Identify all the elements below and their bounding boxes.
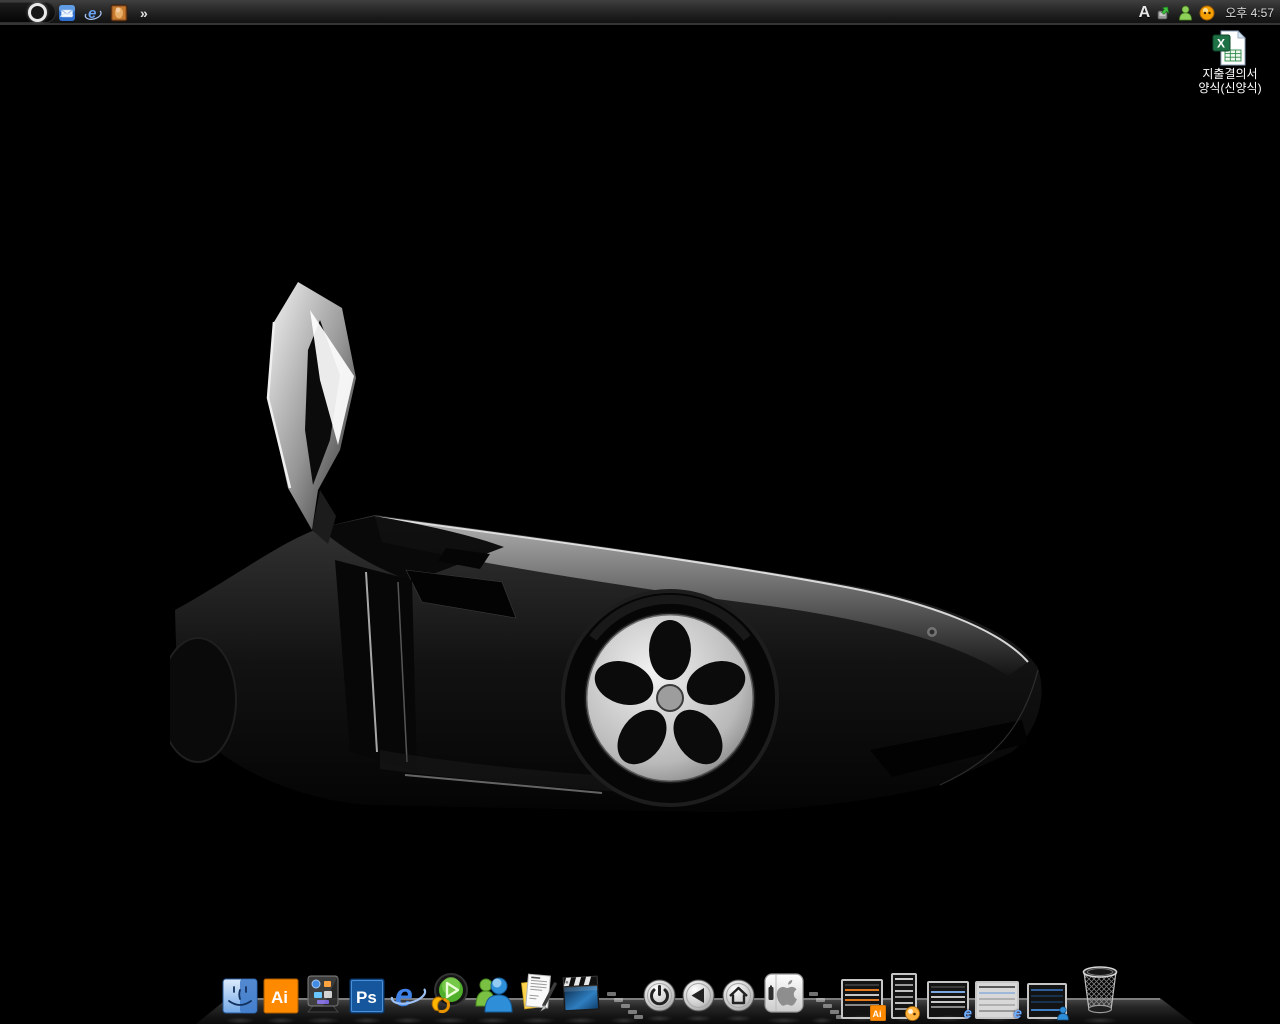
dock-movie-clapper[interactable]: [561, 974, 601, 1019]
system-tray: A 오후 4:57: [1139, 0, 1274, 25]
dock-separator: [607, 989, 641, 1019]
quick-launch: e »: [58, 0, 147, 25]
movie-clapper-icon: [561, 974, 601, 1014]
dock-documents-pen[interactable]: [517, 972, 559, 1019]
dock-internet-explorer[interactable]: e: [389, 976, 427, 1019]
svg-text:Ai: Ai: [271, 988, 288, 1007]
dock-window-internet-explorer[interactable]: e: [927, 981, 969, 1019]
desktop-icon-label-line1: 지출결의서: [1202, 67, 1257, 81]
internet-explorer-icon[interactable]: e: [84, 4, 102, 22]
dock-apple-box[interactable]: [763, 972, 805, 1019]
ime-indicator[interactable]: A: [1139, 4, 1151, 22]
tray-clock[interactable]: 오후 4:57: [1225, 4, 1274, 21]
green-media-player-office-icon: [429, 972, 471, 1014]
messenger-person-badge-icon: [1056, 1006, 1070, 1021]
desktop-icon-excel-document[interactable]: X 지출결의서 양식(신양식): [1182, 29, 1278, 95]
top-menu-bar: e » A: [0, 0, 1280, 26]
svg-text:X: X: [1217, 37, 1225, 51]
glass-showcase-icon: [303, 974, 343, 1014]
safely-remove-hardware-icon[interactable]: [1156, 5, 1172, 21]
adobe-illustrator-icon: Ai: [263, 978, 299, 1014]
illustrator-badge-icon: Ai: [870, 1005, 886, 1021]
dock-power-button[interactable]: [643, 979, 676, 1017]
smiley-agent-icon[interactable]: [1199, 5, 1215, 21]
excel-document-icon: X: [1211, 29, 1249, 67]
dock-trash[interactable]: [1079, 964, 1121, 1019]
svg-text:e: e: [395, 977, 413, 1013]
dock-window-internet-explorer-2[interactable]: e: [975, 981, 1019, 1019]
internet-explorer-icon: e: [389, 976, 427, 1014]
dock-finder[interactable]: [222, 978, 258, 1019]
desktop-screen: e » A: [0, 0, 1280, 1024]
back-arrow-icon: [682, 979, 715, 1012]
dock-msn-messenger[interactable]: [473, 974, 513, 1019]
desktop-icon-label-line2: 양식(신양식): [1198, 81, 1261, 95]
dock-window-messenger[interactable]: [1027, 983, 1067, 1019]
dock-separator: [809, 989, 835, 1019]
dock: Ai Ps: [190, 963, 1200, 1019]
dock-adobe-illustrator[interactable]: Ai: [263, 978, 299, 1019]
wallpaper-lamborghini: [170, 280, 1070, 880]
ring-orb-icon: [28, 3, 47, 22]
mascot-badge-icon: [905, 1006, 920, 1021]
dock-green-media-player[interactable]: [429, 972, 471, 1019]
start-orb-button[interactable]: [0, 2, 56, 23]
scissor-door: [268, 282, 356, 544]
trash-empty-icon: [1079, 964, 1121, 1014]
dock-window-buddy-list[interactable]: [891, 973, 917, 1019]
finder-icon: [222, 978, 258, 1014]
overflow-chevron[interactable]: »: [140, 5, 147, 21]
outlook-express-icon[interactable]: [58, 4, 76, 22]
picture-viewer-icon[interactable]: [110, 4, 128, 22]
svg-text:Ps: Ps: [356, 988, 377, 1007]
msn-messenger-icon: [473, 974, 513, 1014]
dock-back-button[interactable]: [682, 979, 715, 1017]
dock-adobe-photoshop[interactable]: Ps: [349, 978, 385, 1019]
power-icon: [643, 979, 676, 1012]
adobe-photoshop-icon: Ps: [349, 978, 385, 1014]
dock-glass-showcase[interactable]: [303, 974, 343, 1019]
home-icon: [722, 979, 755, 1012]
apple-box-icon: [763, 972, 805, 1014]
ie-badge-icon: e: [964, 1007, 972, 1021]
ie-badge-icon: e: [1014, 1007, 1022, 1021]
dock-home-button[interactable]: [722, 979, 755, 1017]
dock-window-illustrator[interactable]: Ai: [841, 979, 883, 1019]
front-wheel: [563, 591, 777, 805]
messenger-online-buddy-icon[interactable]: [1178, 5, 1193, 21]
svg-text:Ai: Ai: [873, 1009, 882, 1019]
documents-pen-icon: [517, 972, 559, 1014]
